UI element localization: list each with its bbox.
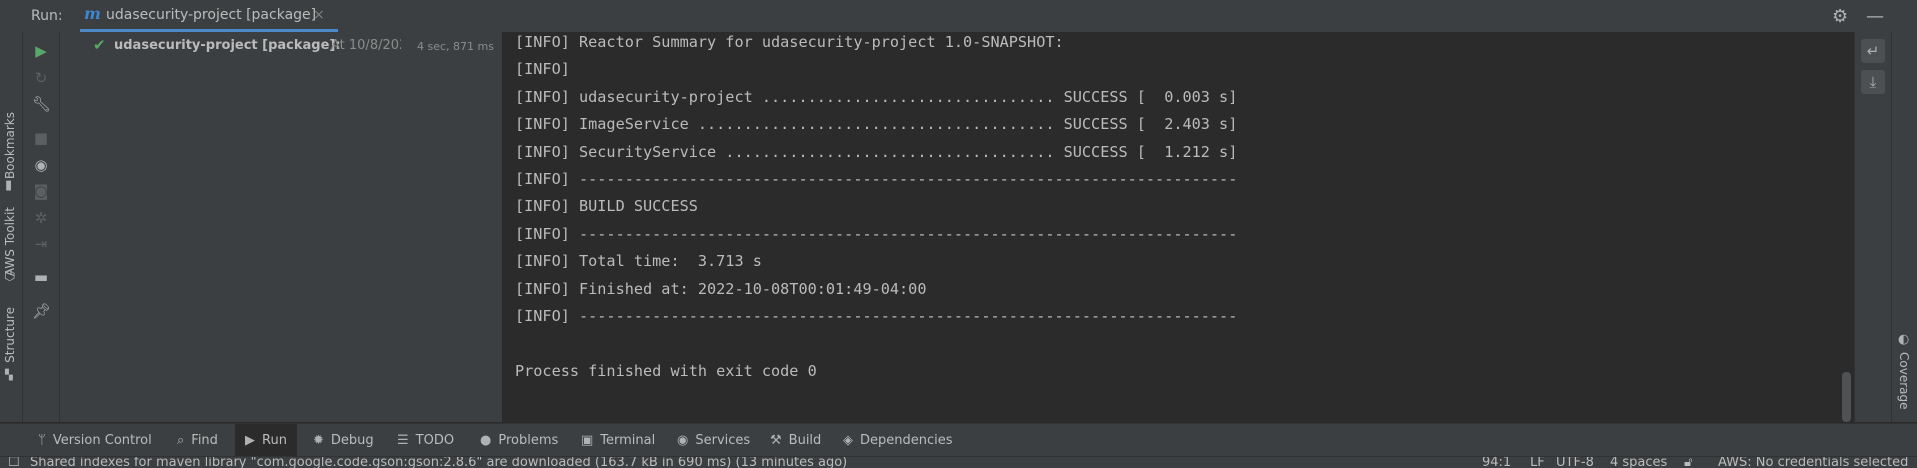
tab-label: Services [695,433,751,448]
minimize-icon[interactable]: — [1866,6,1884,27]
list-icon: ☰ [397,433,409,448]
console-scrollbar[interactable] [1842,372,1851,422]
dependencies-icon: ◈ [843,433,853,448]
pin-icon[interactable]: 📌︎ [32,302,51,320]
tab-version-control[interactable]: ᛘ Version Control [38,424,152,457]
console-line: Process finished with exit code 0 [515,361,817,380]
console-line: [INFO] Total time: 3.713 s [515,252,762,271]
tab-udasecurity-project[interactable]: m udasecurity-project [package] × [80,0,338,32]
tab-label: Version Control [52,433,152,448]
hammer-icon: ⚒ [770,433,782,448]
status-window-icon[interactable]: ☐ [8,457,20,468]
bookmark-icon: ▮ [5,178,13,193]
tab-label: Dependencies [860,433,953,448]
aws-toolkit-tab[interactable]: AWS Toolkit [3,207,17,276]
tab-find[interactable]: ⌕ Find [177,424,218,457]
tree-item-name: udasecurity-project [package]: [114,38,341,53]
tree-item-duration: 4 sec, 871 ms [417,40,494,53]
run-tree-panel: ✔ udasecurity-project [package]: At 10/8… [60,32,503,422]
run-label: Run: [31,8,63,24]
console-line: [INFO] ImageService ....................… [515,115,1238,134]
success-check-icon: ✔ [93,36,106,54]
tab-todo[interactable]: ☰ TODO [397,424,454,457]
status-message[interactable]: Shared indexes for maven library "com.go… [30,457,847,468]
terminal-icon: ▣ [581,433,594,448]
left-tool-stripe: Bookmarks ▮ AWS Toolkit ⬡ Structure ▚ [0,32,23,422]
console-line: [INFO] SecurityService .................… [515,142,1238,161]
tab-label: Debug [330,433,374,448]
problems-icon: ● [480,433,492,448]
run-icon: ▶ [245,433,255,448]
tab-label: Build [788,433,822,448]
debug-settings-icon[interactable]: ✲ [32,209,50,227]
tab-build[interactable]: ⚒ Build [770,424,821,457]
console-output[interactable]: [INFO] Reactor Summary for udasecurity-p… [503,32,1853,422]
tab-label: Find [191,433,218,448]
run-toolbar: ▶ ↻ 🔧︎ ■ ◉ ◙ ✲ ⇥ ▬ 📌︎ [23,32,60,422]
status-bar: ☐ Shared indexes for maven library "com.… [0,456,1917,468]
console-line: [INFO] Reactor Summary for udasecurity-p… [515,33,1064,51]
bottom-tool-window-bar: ᛘ Version Control ⌕ Find ▶ Run ✹ Debug ☰ TODO… [0,423,1917,457]
rerun-icon[interactable]: ▶ [32,42,50,60]
console-line: [INFO] ---------------------------------… [515,306,1238,325]
bookmarks-tab[interactable]: Bookmarks [3,112,17,179]
tab-terminal[interactable]: ▣ Terminal [581,424,655,457]
tree-item-package[interactable]: ✔ udasecurity-project [package]: At 10/8… [60,32,502,58]
console-line: [INFO] [515,60,570,79]
tab-debug[interactable]: ✹ Debug [313,424,374,457]
tab-label: Run [262,433,287,448]
scroll-to-end-icon[interactable]: ⤓ [1861,70,1885,94]
coverage-tab[interactable]: Coverage [1897,352,1911,410]
aws-cube-icon: ⬡ [4,269,16,284]
structure-icon: ▚ [5,370,13,381]
tab-label: TODO [415,433,455,448]
indent-setting[interactable]: 4 spaces [1610,457,1667,468]
services-icon: ◉ [677,433,689,448]
maven-icon: m [84,4,101,23]
close-tab-icon[interactable]: × [313,7,325,23]
camera-icon[interactable]: ◙ [32,182,50,200]
rerun-failed-icon[interactable]: ↻ [32,69,50,87]
eye-icon[interactable]: ◉ [32,156,50,174]
tab-services[interactable]: ◉ Services [677,424,750,457]
soft-wrap-icon[interactable]: ↵ [1861,39,1885,63]
stop-icon[interactable]: ■ [32,129,50,147]
tab-dependencies[interactable]: ◈ Dependencies [843,424,953,457]
console-line: [INFO] udasecurity-project .............… [515,87,1238,106]
file-encoding[interactable]: UTF-8 [1556,457,1594,468]
layout-icon[interactable]: ▬ [32,268,50,286]
aws-credentials[interactable]: AWS: No credentials selected [1718,457,1908,468]
structure-tab[interactable]: Structure [3,307,17,363]
bug-icon: ✹ [313,433,324,448]
wrench-icon[interactable]: 🔧︎ [32,95,51,113]
gear-icon[interactable]: ⚙ [1832,6,1848,27]
exit-icon[interactable]: ⇥ [32,235,50,253]
console-line: [INFO] BUILD SUCCESS [515,197,698,216]
tab-run[interactable]: ▶ Run [235,424,297,457]
console-actions-toolbar: ↵ ⤓ [1854,32,1891,422]
tab-title: udasecurity-project [package] [106,7,317,23]
console-line: [INFO] ---------------------------------… [515,224,1238,243]
caret-position[interactable]: 94:1 [1482,457,1511,468]
tree-item-time: At 10/8/2022 [331,38,401,53]
right-tool-stripe: ◐ Coverage [1891,32,1917,422]
line-separator[interactable]: LF [1530,457,1545,468]
search-icon: ⌕ [177,433,185,448]
run-tool-window-header: Run: m udasecurity-project [package] × ⚙… [0,0,1917,33]
tab-label: Terminal [600,433,656,448]
coverage-icon: ◐ [1898,332,1910,347]
console-line: [INFO] Finished at: 2022-10-08T00:01:49-… [515,279,927,298]
tab-problems[interactable]: ● Problems [480,424,558,457]
lock-icon[interactable]: 🔓︎ [1684,457,1692,468]
tab-label: Problems [498,433,559,448]
console-line: [INFO] ---------------------------------… [515,169,1238,188]
version-control-icon: ᛘ [38,433,46,448]
